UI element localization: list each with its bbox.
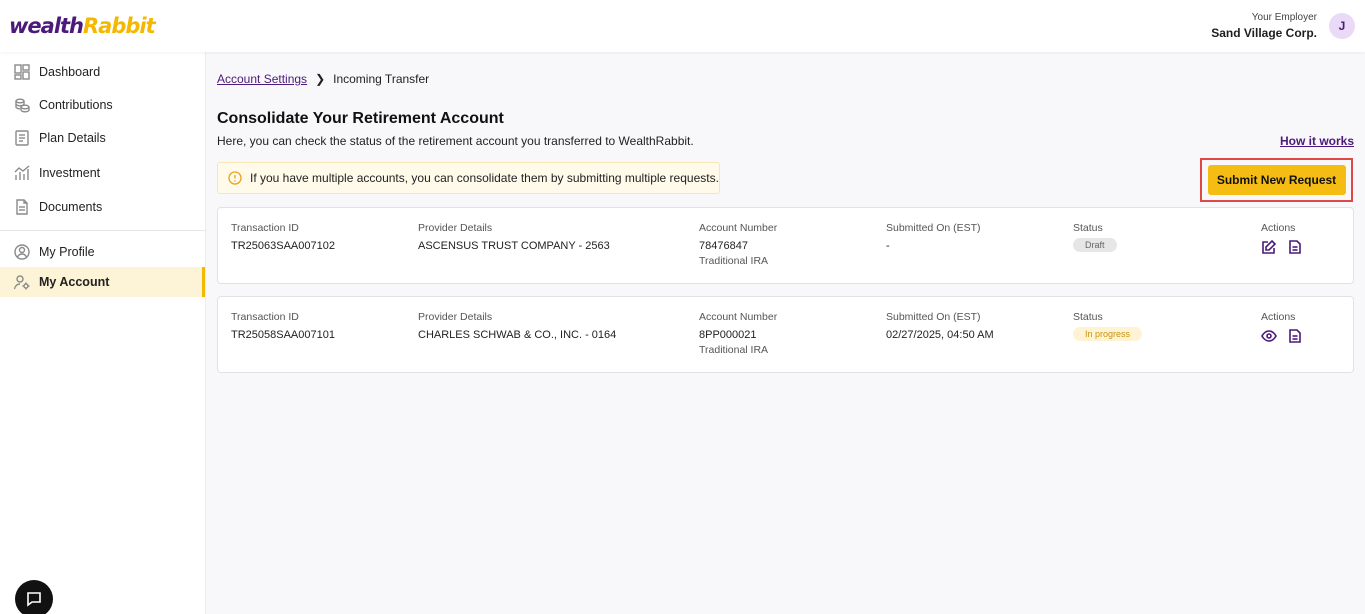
sidebar-item-my-account[interactable]: My Account	[0, 267, 205, 297]
chart-icon	[14, 165, 30, 180]
status-badge: In progress	[1073, 327, 1143, 341]
submit-new-request-button[interactable]: Submit New Request	[1207, 165, 1346, 195]
transaction-id-value: TR25058SAA007101	[231, 329, 335, 341]
file-icon	[16, 199, 28, 215]
user-settings-icon	[13, 275, 30, 290]
sidebar-item-label: My Profile	[39, 245, 95, 259]
sidebar-divider	[0, 230, 205, 231]
submitted-on-column: Submitted On (EST) -	[886, 222, 981, 252]
actions-column: Actions	[1261, 222, 1303, 255]
sidebar-item-documents[interactable]: Documents	[0, 192, 205, 222]
employer-info: Your Employer Sand Village Corp. J	[1211, 12, 1355, 40]
sidebar-item-investment[interactable]: Investment	[0, 158, 205, 188]
account-number-label: Account Number	[699, 311, 778, 323]
wealthrabbit-logo[interactable]: wealth Rabbit	[9, 14, 156, 38]
account-number-value: 8PP000021	[699, 329, 757, 341]
actions-column: Actions	[1261, 311, 1303, 344]
sidebar-item-dashboard[interactable]: Dashboard	[0, 57, 205, 87]
user-circle-icon	[14, 244, 30, 260]
provider-label: Provider Details	[418, 311, 493, 323]
logo-main-text: wealth	[9, 14, 84, 38]
provider-value: CHARLES SCHWAB & CO., INC. - 0164	[418, 329, 617, 341]
sidebar-item-my-profile[interactable]: My Profile	[0, 237, 205, 267]
page-description: Here, you can check the status of the re…	[217, 134, 694, 148]
avatar[interactable]: J	[1329, 13, 1355, 39]
employer-text: Your Employer Sand Village Corp.	[1211, 12, 1317, 40]
coins-icon	[15, 98, 30, 113]
breadcrumb-account-settings[interactable]: Account Settings	[217, 72, 307, 86]
submitted-on-label: Submitted On (EST)	[886, 311, 981, 323]
account-type-value: Traditional IRA	[699, 344, 769, 356]
account-number-value: 78476847	[699, 240, 748, 252]
transaction-id-column: Transaction ID TR25063SAA007102	[231, 222, 335, 252]
provider-column: Provider Details ASCENSUS TRUST COMPANY …	[418, 222, 610, 252]
submitted-on-value: 02/27/2025, 04:50 AM	[886, 329, 994, 341]
chevron-right-icon: ❯	[315, 72, 326, 86]
sidebar-item-label: Dashboard	[39, 65, 101, 79]
provider-value: ASCENSUS TRUST COMPANY - 2563	[418, 240, 610, 252]
sidebar-item-label: Contributions	[39, 98, 113, 112]
info-icon	[228, 171, 242, 185]
sidebar-item-plan-details[interactable]: Plan Details	[0, 123, 205, 153]
breadcrumb-current: Incoming Transfer	[333, 72, 430, 86]
account-number-column: Account Number 8PP000021 Traditional IRA	[699, 311, 777, 356]
submitted-on-value: -	[886, 240, 890, 252]
provider-label: Provider Details	[418, 222, 493, 234]
top-bar: wealth Rabbit Your Employer Sand Village …	[0, 0, 1365, 52]
chat-button[interactable]	[15, 580, 53, 614]
status-column: Status In progress	[1073, 311, 1143, 341]
transaction-id-label: Transaction ID	[231, 222, 299, 234]
eye-icon[interactable]	[1261, 328, 1277, 344]
employer-label: Your Employer	[1251, 12, 1317, 23]
submitted-on-label: Submitted On (EST)	[886, 222, 981, 234]
how-it-works-link[interactable]: How it works	[1280, 134, 1354, 148]
status-badge: Draft	[1073, 238, 1117, 252]
dashboard-icon	[14, 64, 30, 80]
notice-text: If you have multiple accounts, you can c…	[250, 171, 719, 185]
transaction-id-value: TR25063SAA007102	[231, 240, 335, 252]
document-icon[interactable]	[1287, 328, 1303, 344]
sidebar-item-label: Documents	[39, 200, 103, 214]
actions-label: Actions	[1261, 311, 1296, 323]
sidebar-item-contributions[interactable]: Contributions	[0, 90, 205, 120]
transfer-card: Transaction ID TR25063SAA007102 Provider…	[217, 207, 1354, 284]
logo-accent-text: Rabbit	[83, 14, 156, 38]
account-type-value: Traditional IRA	[699, 255, 769, 267]
submitted-on-column: Submitted On (EST) 02/27/2025, 04:50 AM	[886, 311, 994, 341]
document-icon[interactable]	[1287, 239, 1303, 255]
submit-highlight: Submit New Request	[1200, 158, 1353, 202]
transfer-card: Transaction ID TR25058SAA007101 Provider…	[217, 296, 1354, 373]
account-number-column: Account Number 78476847 Traditional IRA	[699, 222, 777, 267]
chat-icon	[27, 592, 41, 607]
employer-name: Sand Village Corp.	[1211, 26, 1317, 40]
document-list-icon	[15, 130, 29, 146]
account-number-label: Account Number	[699, 222, 778, 234]
info-notice: If you have multiple accounts, you can c…	[217, 162, 720, 194]
status-label: Status	[1073, 222, 1103, 234]
transaction-id-label: Transaction ID	[231, 311, 299, 323]
sidebar: Dashboard Contributions Plan Details Inv…	[0, 52, 206, 614]
actions-label: Actions	[1261, 222, 1296, 234]
sidebar-item-label: Plan Details	[39, 131, 106, 145]
sidebar-item-label: My Account	[39, 275, 110, 289]
status-column: Status Draft	[1073, 222, 1117, 252]
provider-column: Provider Details CHARLES SCHWAB & CO., I…	[418, 311, 616, 341]
status-label: Status	[1073, 311, 1103, 323]
breadcrumb: Account Settings ❯ Incoming Transfer	[217, 72, 429, 86]
sidebar-item-label: Investment	[39, 166, 101, 180]
edit-icon[interactable]	[1261, 239, 1277, 255]
transaction-id-column: Transaction ID TR25058SAA007101	[231, 311, 335, 341]
page-title: Consolidate Your Retirement Account	[217, 110, 504, 127]
